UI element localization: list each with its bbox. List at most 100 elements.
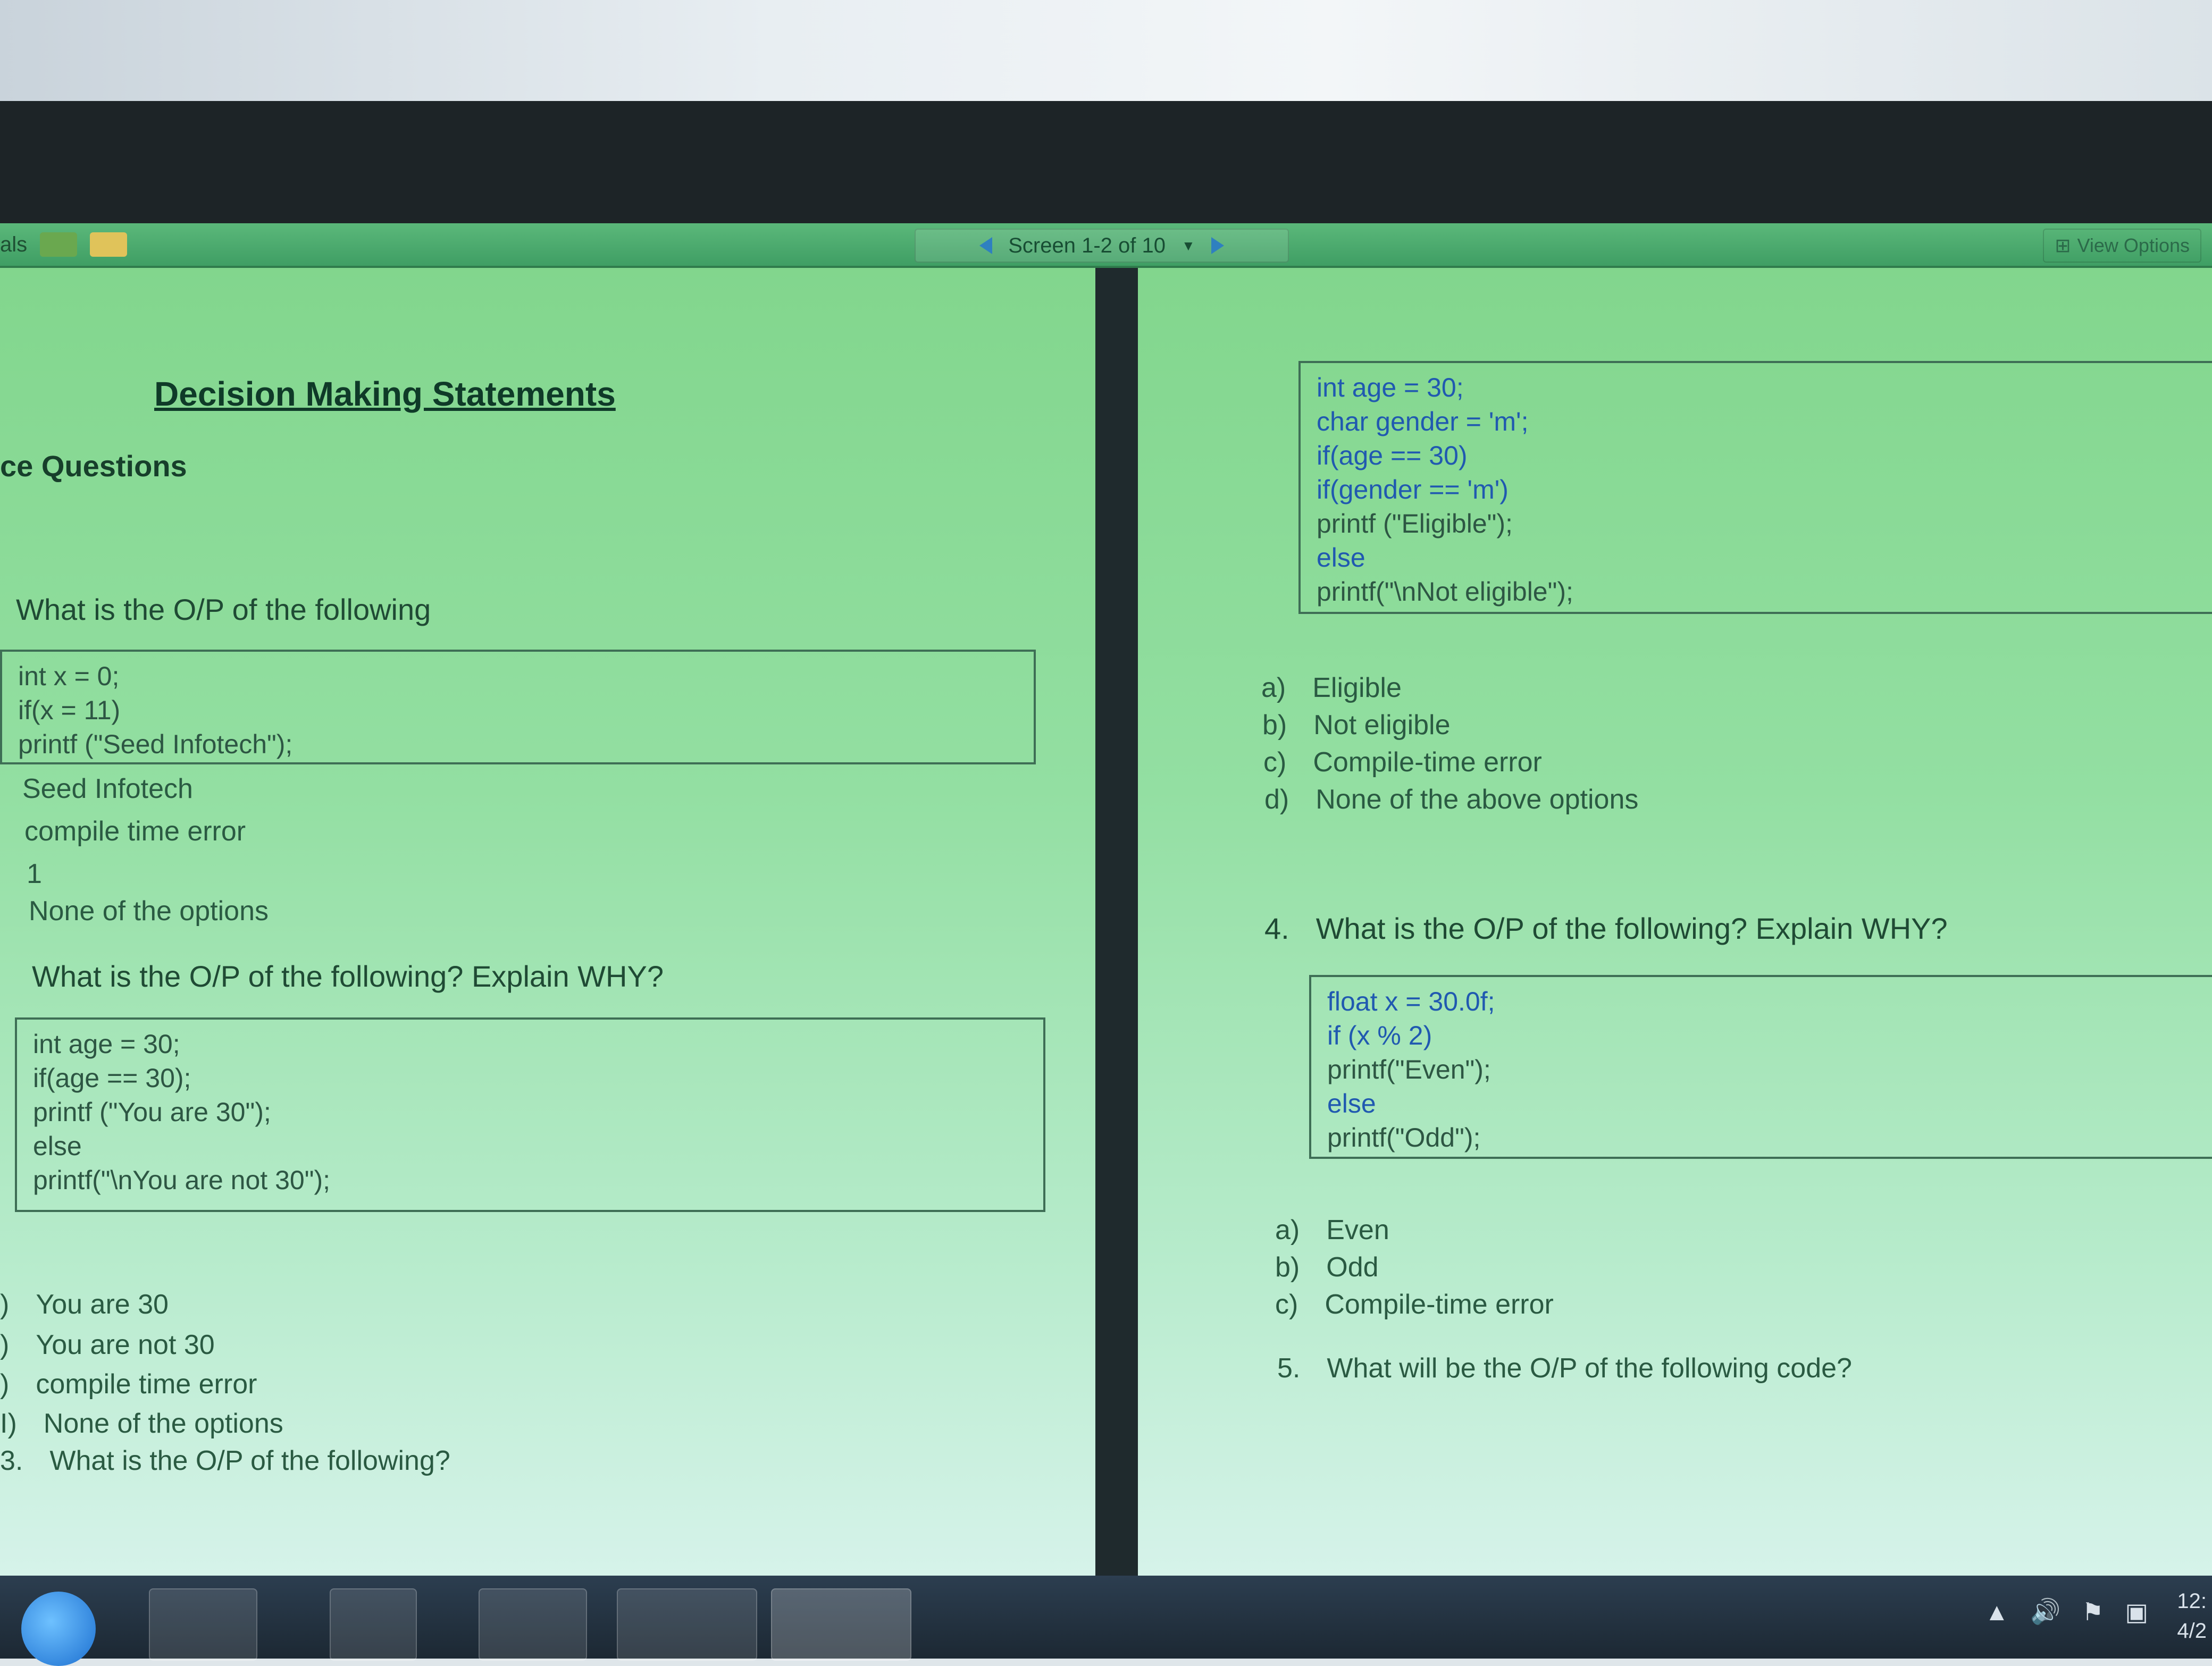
option-text: Odd: [1326, 1252, 1379, 1283]
system-tray: ▲ 🔊 ⚑ ▣: [1984, 1597, 2148, 1626]
question-4-code: float x = 30.0f; if (x % 2) printf("Even…: [1309, 975, 2212, 1159]
system-clock[interactable]: 12: 4/2: [2177, 1586, 2207, 1646]
view-options-button[interactable]: ⊞ View Options: [2043, 229, 2201, 263]
code-line: printf("\nYou are not 30");: [33, 1165, 330, 1195]
question-number: 5.: [1277, 1353, 1301, 1384]
option-letter: b): [1275, 1252, 1300, 1283]
reader-toolbar: als Screen 1-2 of 10 ▼ ⊞ View Options: [0, 223, 2212, 268]
option-text: None of the above options: [1316, 784, 1639, 815]
option-text: You are 30: [36, 1289, 169, 1320]
taskbar-media-button[interactable]: [330, 1588, 417, 1661]
question-3-option: c) Compile-time error: [1263, 746, 1542, 778]
option-letter: c): [1275, 1289, 1298, 1320]
option-text: Compile-time error: [1325, 1289, 1554, 1320]
question-5-heading: 5. What will be the O/P of the following…: [1277, 1352, 1852, 1384]
option-letter: ): [0, 1330, 10, 1360]
taskbar-explorer-button[interactable]: [149, 1588, 257, 1661]
code-line: printf("\nNot eligible");: [1317, 577, 1573, 607]
code-line: if(age == 30): [1317, 441, 1468, 470]
question-4-option: c) Compile-time error: [1275, 1289, 1554, 1320]
previous-screen-icon[interactable]: [979, 237, 993, 254]
action-center-flag-icon[interactable]: ⚑: [2082, 1597, 2104, 1626]
question-1-option: compile time error: [24, 816, 246, 847]
clock-date: 4/2: [2177, 1619, 2207, 1643]
code-line: char gender = 'm';: [1317, 407, 1529, 436]
code-line: else: [1317, 543, 1365, 573]
edit-icon[interactable]: [40, 232, 78, 257]
question-3-option: d) None of the above options: [1264, 784, 1638, 815]
question-1-option: None of the options: [29, 896, 269, 927]
taskbar-word-button[interactable]: [771, 1588, 911, 1661]
question-4-text: What is the O/P of the following? Explai…: [1316, 912, 1948, 945]
option-letter: d): [1264, 784, 1289, 815]
question-3-option: a) Eligible: [1261, 672, 1402, 704]
code-line: printf ("You are 30");: [33, 1097, 271, 1127]
page-divider: [1095, 268, 1138, 1576]
option-text: Even: [1326, 1215, 1389, 1246]
background-wall: [0, 0, 2212, 101]
option-text: Not eligible: [1313, 710, 1451, 741]
code-line: printf("Odd");: [1327, 1123, 1481, 1152]
question-3-option: b) Not eligible: [1262, 709, 1451, 741]
question-2-option: I) None of the options: [0, 1408, 283, 1440]
taskbar: ▲ 🔊 ⚑ ▣ 12: 4/2: [0, 1576, 2212, 1666]
option-text: None of the options: [43, 1408, 283, 1439]
option-text: Eligible: [1312, 672, 1402, 703]
question-1-option: Seed Infotech: [22, 773, 193, 804]
question-1-option: 1: [27, 859, 42, 889]
question-3-heading: 3. What is the O/P of the following?: [0, 1445, 450, 1477]
taskbar-chrome-button[interactable]: [479, 1588, 587, 1661]
option-text: You are not 30: [36, 1330, 215, 1360]
clock-time: 12:: [2177, 1589, 2207, 1613]
question-4-option: b) Odd: [1275, 1251, 1379, 1283]
question-2-text: What is the O/P of the following? Explai…: [32, 960, 664, 993]
volume-icon[interactable]: 🔊: [2030, 1597, 2060, 1626]
left-page: Decision Making Statements ce Questions …: [0, 268, 1095, 1576]
screen-navigator: Screen 1-2 of 10 ▼: [915, 229, 1289, 263]
start-button[interactable]: [21, 1592, 96, 1666]
question-4-option: a) Even: [1275, 1214, 1389, 1246]
question-2-option: ) compile time error: [0, 1368, 257, 1400]
question-4-heading: 4. What is the O/P of the following? Exp…: [1264, 911, 1948, 946]
section-subheading: ce Questions: [0, 449, 187, 483]
code-line: else: [33, 1131, 82, 1161]
option-letter: c): [1263, 747, 1287, 778]
question-1-code: int x = 0; if(x = 11) printf ("Seed Info…: [0, 650, 1036, 764]
folder-icon[interactable]: [90, 232, 128, 257]
view-options-icon: ⊞: [2055, 234, 2071, 256]
code-line: printf ("Seed Infotech");: [18, 729, 293, 759]
option-letter: a): [1275, 1215, 1300, 1246]
taskbar-app-button[interactable]: [617, 1588, 757, 1661]
network-icon[interactable]: ▣: [2125, 1597, 2148, 1626]
option-text: Compile-time error: [1313, 747, 1542, 778]
toolbar-left: als: [0, 229, 128, 260]
code-line: float x = 30.0f;: [1327, 987, 1495, 1016]
option-letter: a): [1261, 672, 1286, 703]
question-number: 3.: [0, 1445, 23, 1476]
code-line: if(gender == 'm'): [1317, 475, 1509, 504]
option-letter: ): [0, 1289, 10, 1320]
code-line: int age = 30;: [1317, 373, 1464, 402]
next-screen-icon[interactable]: [1211, 237, 1224, 254]
code-line: if (x % 2): [1327, 1021, 1432, 1050]
question-number: 4.: [1264, 912, 1289, 945]
option-letter: I): [0, 1408, 17, 1439]
show-hidden-icons-icon[interactable]: ▲: [1984, 1597, 2009, 1626]
toolbar-left-label[interactable]: als: [0, 233, 27, 257]
chevron-down-icon[interactable]: ▼: [1182, 238, 1195, 254]
screen-indicator[interactable]: Screen 1-2 of 10: [1008, 234, 1166, 258]
code-line: if(age == 30);: [33, 1063, 191, 1093]
code-line: if(x = 11): [18, 695, 121, 725]
question-3-text: What is the O/P of the following?: [49, 1445, 450, 1476]
code-line: int x = 0;: [18, 661, 120, 691]
code-line: else: [1327, 1089, 1376, 1118]
view-options-label: View Options: [2077, 234, 2190, 256]
code-line: int age = 30;: [33, 1029, 180, 1059]
question-2-option: ) You are not 30: [0, 1329, 215, 1361]
question-5-text: What will be the O/P of the following co…: [1327, 1353, 1852, 1384]
monitor-bezel: [0, 101, 2212, 223]
question-2-option: ) You are 30: [0, 1289, 169, 1320]
code-line: printf ("Eligible");: [1317, 509, 1513, 538]
question-1-text: What is the O/P of the following: [16, 593, 431, 626]
right-page: int age = 30; char gender = 'm'; if(age …: [1138, 268, 2212, 1576]
